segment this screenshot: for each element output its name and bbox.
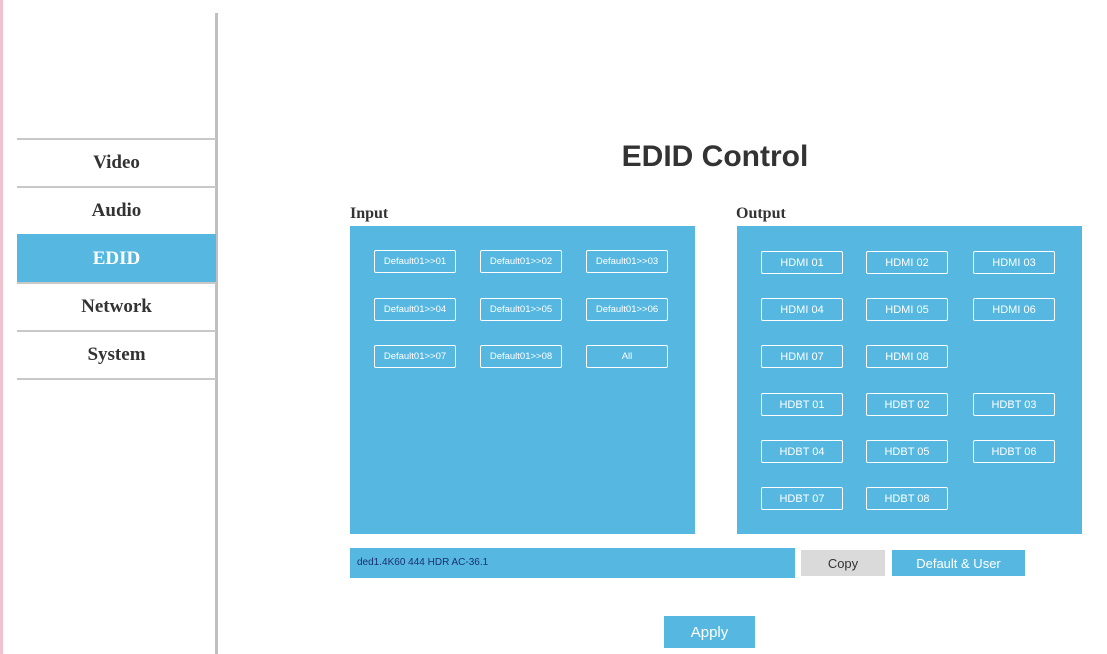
copy-button[interactable]: Copy [801,550,885,576]
output-button-hdmi-03[interactable]: HDMI 03 [973,251,1055,274]
input-button-02[interactable]: Default01>>02 [480,250,562,273]
input-button-04[interactable]: Default01>>04 [374,298,456,321]
nav-item-video[interactable]: Video [17,138,216,186]
nav-divider [17,378,216,380]
nav-item-edid[interactable]: EDID [17,234,216,282]
input-button-07[interactable]: Default01>>07 [374,345,456,368]
output-button-hdbt-07[interactable]: HDBT 07 [761,487,843,510]
input-button-08[interactable]: Default01>>08 [480,345,562,368]
input-label: Input [350,205,389,222]
input-button-03[interactable]: Default01>>03 [586,250,668,273]
output-button-hdmi-01[interactable]: HDMI 01 [761,251,843,274]
nav-item-network[interactable]: Network [17,282,216,330]
output-button-hdbt-05[interactable]: HDBT 05 [866,440,948,463]
output-button-hdbt-06[interactable]: HDBT 06 [973,440,1055,463]
output-button-hdbt-02[interactable]: HDBT 02 [866,393,948,416]
page-title: EDID Control [621,140,809,173]
nav-item-audio[interactable]: Audio [17,186,216,234]
output-button-hdbt-01[interactable]: HDBT 01 [761,393,843,416]
input-button-06[interactable]: Default01>>06 [586,298,668,321]
sidebar-nav: Video Audio EDID Network System [17,138,216,380]
default-user-button[interactable]: Default & User [892,550,1025,576]
output-button-hdbt-08[interactable]: HDBT 08 [866,487,948,510]
window-left-edge [0,0,3,654]
output-button-hdmi-04[interactable]: HDMI 04 [761,298,843,321]
input-panel: Default01>>01 Default01>>02 Default01>>0… [350,226,695,534]
output-panel: HDMI 01 HDMI 02 HDMI 03 HDMI 04 HDMI 05 … [737,226,1082,534]
input-button-01[interactable]: Default01>>01 [374,250,456,273]
output-button-hdmi-02[interactable]: HDMI 02 [866,251,948,274]
output-button-hdmi-06[interactable]: HDMI 06 [973,298,1055,321]
output-button-hdmi-08[interactable]: HDMI 08 [866,345,948,368]
nav-item-system[interactable]: System [17,330,216,378]
output-button-hdmi-05[interactable]: HDMI 05 [866,298,948,321]
input-button-all[interactable]: All [586,345,668,368]
apply-button[interactable]: Apply [664,616,755,648]
output-button-hdmi-07[interactable]: HDMI 07 [761,345,843,368]
output-button-hdbt-04[interactable]: HDBT 04 [761,440,843,463]
input-button-05[interactable]: Default01>>05 [480,298,562,321]
output-label: Output [736,205,786,222]
output-button-hdbt-03[interactable]: HDBT 03 [973,393,1055,416]
edid-name-field[interactable] [350,548,795,578]
